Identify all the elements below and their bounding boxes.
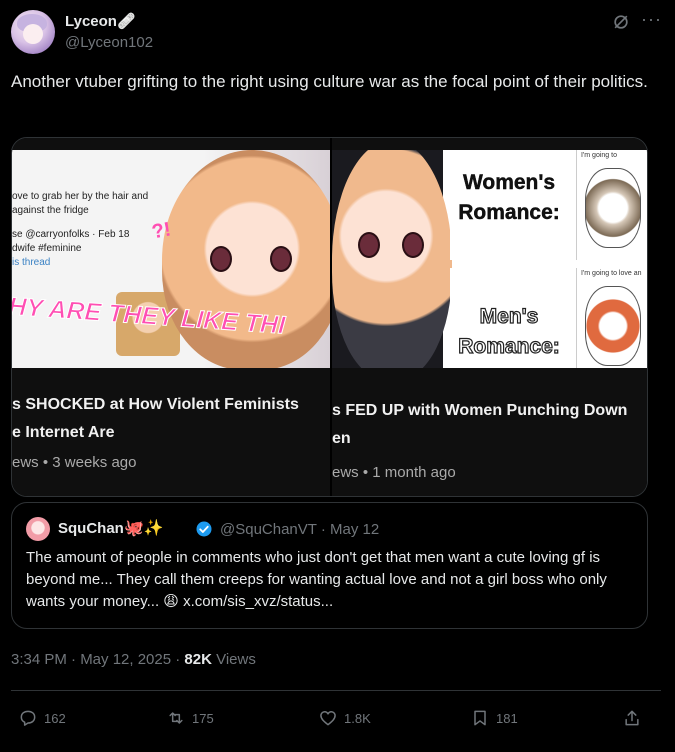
comic-caption: I'm going to (581, 152, 617, 159)
heart-icon (320, 711, 336, 726)
scrollbar[interactable] (665, 0, 675, 752)
sfx-text: ?! (150, 218, 173, 244)
video-meta-left: ews • 3 weeks ago (12, 454, 137, 471)
bookmark-icon (474, 710, 486, 726)
snippet-line: dwife #feminine (12, 243, 82, 254)
share-button[interactable] (622, 704, 642, 732)
quote-link[interactable]: x.com/sis_xvz/status... (183, 593, 333, 610)
comic-drawing (585, 286, 641, 366)
video-thumbnail-left[interactable]: ove to grab her by the hair and against … (12, 138, 330, 496)
verified-badge-icon (195, 520, 213, 538)
share-icon (625, 710, 639, 726)
views-label: Views (211, 651, 256, 668)
like-button[interactable]: 1.8K (318, 704, 371, 732)
reply-button[interactable]: 162 (18, 704, 66, 732)
video-thumbnail-right[interactable]: Women's Romance: Men's Romance: I'm goin… (332, 138, 647, 496)
author-avatar[interactable] (11, 10, 55, 54)
tweet-timestamp: 3:34 PM · May 12, 2025 · 82K Views (11, 651, 256, 668)
quote-author-name[interactable]: SquChan (58, 520, 124, 537)
anime-character (332, 150, 452, 368)
video-title-line: e Internet Are (12, 424, 115, 441)
tweet-text: Another vtuber grifting to the right usi… (11, 72, 648, 91)
tweet-header: Lyceon🩹 @Lyceon102 ··· (11, 8, 661, 56)
character-eye (358, 232, 380, 258)
quote-avatar[interactable] (26, 517, 50, 541)
video-meta-right: ews • 1 month ago (332, 464, 456, 481)
snippet-line: se @carryonfolks · Feb 18 (12, 229, 130, 240)
panel-label: Men's Romance: (458, 304, 561, 358)
comic-caption: I'm going to love an (581, 270, 642, 277)
snippet-line: against the fridge (12, 205, 89, 216)
quote-handle-date: @SquChanVT · May 12 (220, 521, 380, 538)
quote-name-emoji: 🐙✨ (124, 520, 164, 537)
snippet-line: is thread (12, 257, 51, 268)
video-title-line: s FED UP with Women Punching Down (332, 402, 628, 419)
repost-count: 175 (192, 710, 214, 726)
video-title-line: s SHOCKED at How Violent Feminists (12, 396, 299, 413)
divider (11, 690, 661, 691)
more-options-icon[interactable]: ··· (641, 10, 661, 32)
action-bar: 162 175 1.8K 181 (0, 704, 675, 732)
reply-icon (20, 710, 36, 726)
character-eye (210, 246, 232, 272)
quoted-tweet[interactable]: SquChan 🐙✨ @SquChanVT · May 12 The amoun… (11, 502, 648, 629)
timestamp-text[interactable]: 3:34 PM · May 12, 2025 · (11, 651, 184, 668)
like-count: 1.8K (344, 710, 371, 726)
meme-panel-men: Men's Romance: (450, 268, 568, 368)
panel-label: Women's Romance: (458, 171, 560, 224)
repost-icon (169, 712, 183, 724)
comic-panel: I'm going to love an (576, 268, 647, 368)
video-title-right: s FED UP with Women Punching Down en (332, 397, 627, 453)
video-title-line: en (332, 430, 351, 447)
views-count: 82K (184, 651, 212, 668)
quote-text: The amount of people in comments who jus… (26, 547, 638, 613)
meme-panel-women: Women's Romance: (450, 150, 568, 260)
comic-drawing (585, 168, 641, 248)
thumbnail-image-left: ove to grab her by the hair and against … (12, 150, 330, 368)
author-display-name[interactable]: Lyceon🩹 (65, 12, 136, 30)
video-title-left: s SHOCKED at How Violent Feminists e Int… (12, 391, 299, 447)
embedded-tweet-snippet: ove to grab her by the hair and against … (12, 190, 148, 270)
thumbnail-image-right: Women's Romance: Men's Romance: I'm goin… (332, 150, 647, 368)
grok-icon[interactable] (611, 12, 631, 32)
repost-button[interactable]: 175 (166, 704, 214, 732)
bookmark-button[interactable]: 181 (470, 704, 518, 732)
bookmark-count: 181 (496, 710, 518, 726)
comic-panel: I'm going to (576, 150, 647, 260)
character-eye (402, 232, 424, 258)
media-grid[interactable]: ove to grab her by the hair and against … (11, 137, 648, 497)
author-handle[interactable]: @Lyceon102 (65, 34, 153, 51)
avatar-face (23, 24, 43, 44)
reply-count: 162 (44, 710, 66, 726)
character-eye (270, 246, 292, 272)
snippet-line: ove to grab her by the hair and (12, 191, 149, 202)
